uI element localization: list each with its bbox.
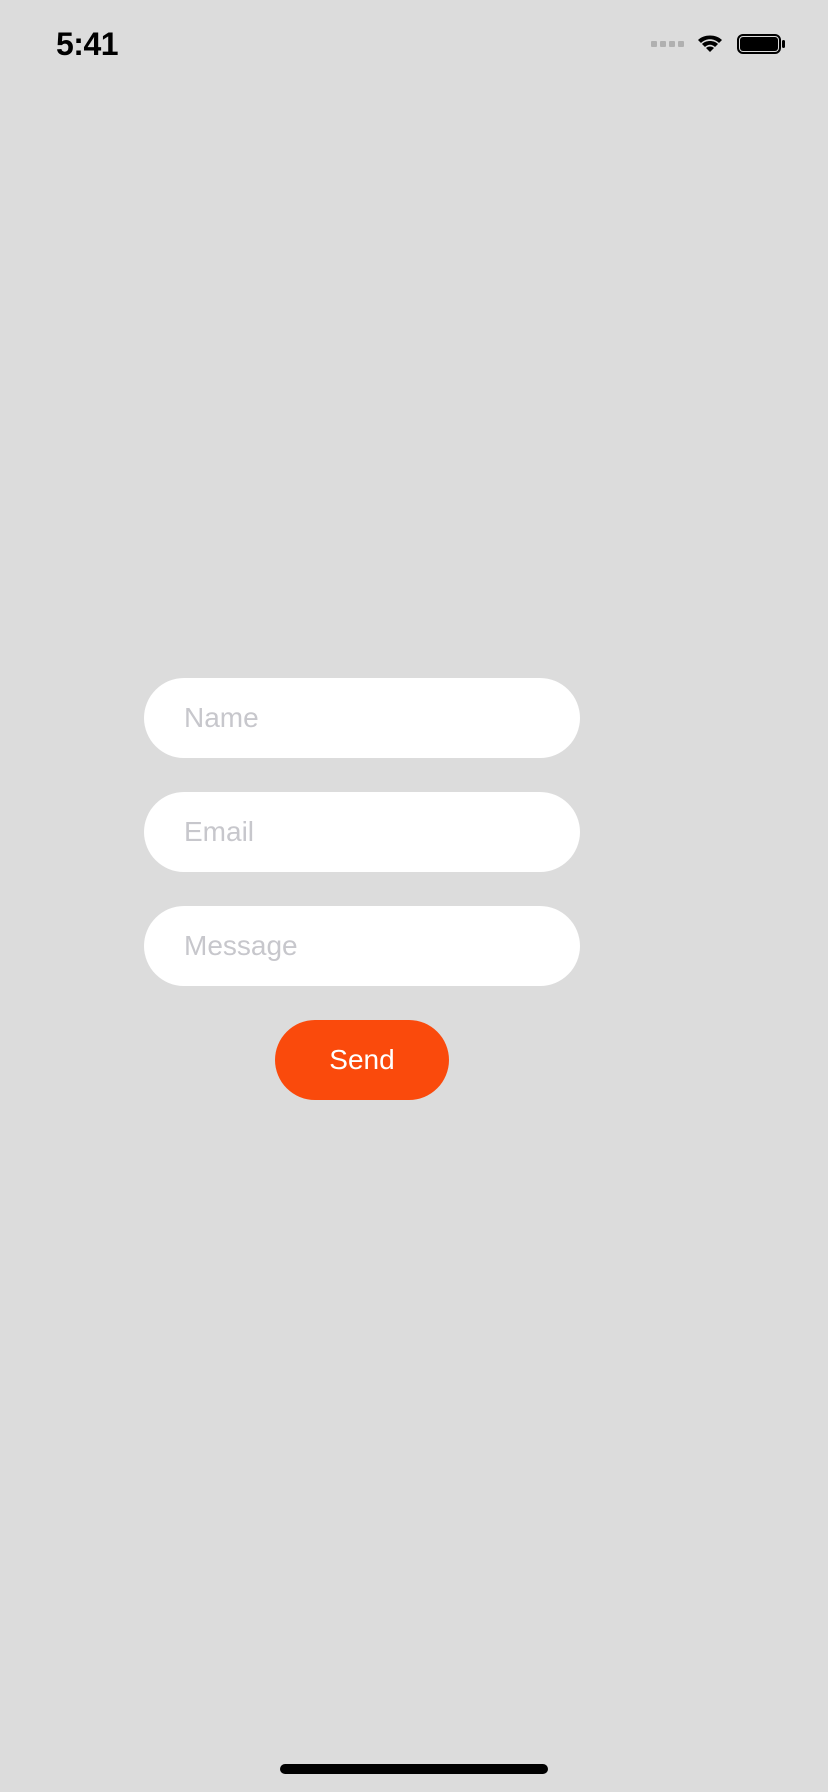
status-time: 5:41 — [56, 26, 118, 63]
message-input[interactable] — [144, 906, 580, 986]
cellular-signal-icon — [651, 41, 684, 47]
name-input[interactable] — [144, 678, 580, 758]
status-bar: 5:41 — [0, 0, 828, 88]
wifi-icon — [694, 32, 726, 56]
send-button[interactable]: Send — [275, 1020, 449, 1100]
home-indicator[interactable] — [280, 1764, 548, 1774]
contact-form: Send — [144, 678, 580, 1100]
battery-icon — [736, 32, 788, 56]
status-indicators — [651, 32, 788, 56]
email-input[interactable] — [144, 792, 580, 872]
